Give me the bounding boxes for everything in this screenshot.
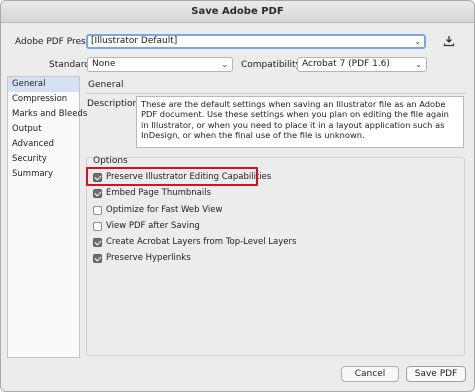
section-heading: General xyxy=(88,80,124,90)
standard-value: None xyxy=(92,59,116,69)
sidebar-item-summary[interactable]: Summary xyxy=(8,167,79,182)
sidebar-item-compression[interactable]: Compression xyxy=(8,92,79,107)
preset-select[interactable]: [Illustrator Default] ⌄ xyxy=(86,34,426,49)
sidebar-item-security[interactable]: Security xyxy=(8,152,79,167)
compatibility-value: Acrobat 7 (PDF 1.6) xyxy=(302,59,390,69)
checkbox[interactable] xyxy=(93,221,102,231)
option-label: Embed Page Thumbnails xyxy=(106,188,212,198)
description-text: These are the default settings when savi… xyxy=(136,96,464,148)
option-preserve-hyperlinks[interactable]: Preserve Hyperlinks xyxy=(93,252,191,264)
option-view-pdf[interactable]: View PDF after Saving xyxy=(93,220,200,232)
compatibility-label: Compatibility: xyxy=(241,60,304,70)
option-embed-thumbnails[interactable]: Embed Page Thumbnails xyxy=(93,187,211,199)
divider xyxy=(86,93,466,94)
description-label: Description: xyxy=(87,99,142,109)
option-label: View PDF after Saving xyxy=(106,221,200,231)
option-fast-web-view[interactable]: Optimize for Fast Web View xyxy=(93,204,222,216)
options-title: Options xyxy=(93,156,128,166)
sidebar-item-general[interactable]: General xyxy=(8,77,79,92)
dialog-title: Save Adobe PDF xyxy=(1,1,474,23)
chevron-down-icon: ⌄ xyxy=(414,37,421,46)
save-pdf-dialog: Save Adobe PDF Adobe PDF Preset: [Illust… xyxy=(0,0,475,392)
standard-select[interactable]: None ⌄ xyxy=(87,57,233,72)
option-label: Create Acrobat Layers from Top-Level Lay… xyxy=(106,237,297,247)
save-pdf-button[interactable]: Save PDF xyxy=(406,366,466,382)
preset-value: [Illustrator Default] xyxy=(91,36,178,46)
checkbox[interactable] xyxy=(93,188,102,198)
checkbox[interactable] xyxy=(93,205,102,215)
sidebar: General Compression Marks and Bleeds Out… xyxy=(7,76,87,358)
option-label: Optimize for Fast Web View xyxy=(106,205,223,215)
compatibility-select[interactable]: Acrobat 7 (PDF 1.6) ⌄ xyxy=(297,57,427,72)
checkbox[interactable] xyxy=(93,253,102,263)
save-preset-icon[interactable] xyxy=(442,34,456,48)
chevron-down-icon: ⌄ xyxy=(221,60,228,69)
sidebar-item-output[interactable]: Output xyxy=(8,122,79,137)
cancel-button[interactable]: Cancel xyxy=(341,366,399,382)
sidebar-item-marks-and-bleeds[interactable]: Marks and Bleeds xyxy=(8,107,87,122)
option-acrobat-layers[interactable]: Create Acrobat Layers from Top-Level Lay… xyxy=(93,236,296,248)
chevron-down-icon: ⌄ xyxy=(415,60,422,69)
highlight-box xyxy=(86,167,258,186)
checkbox[interactable] xyxy=(93,237,102,247)
option-label: Preserve Hyperlinks xyxy=(106,253,191,263)
sidebar-item-advanced[interactable]: Advanced xyxy=(8,137,79,152)
